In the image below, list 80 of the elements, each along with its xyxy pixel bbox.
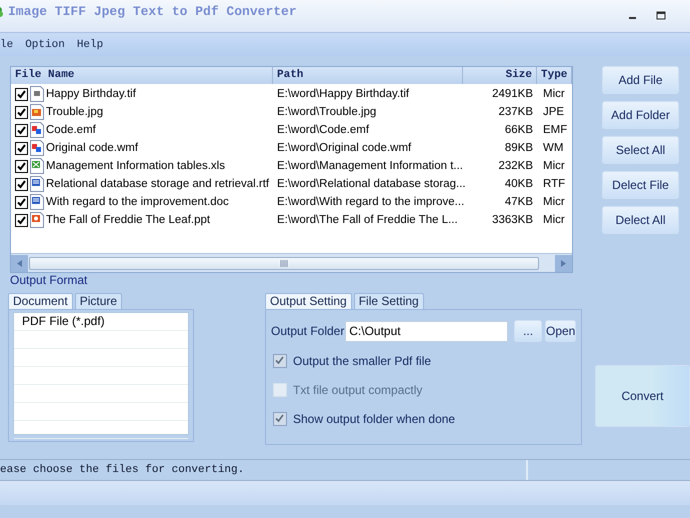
column-header[interactable]: Path [273, 67, 463, 84]
file-icon [29, 140, 45, 156]
file-path: E:\word\Code.emf [276, 124, 370, 136]
file-path: E:\word\Happy Birthday.tif [276, 88, 410, 100]
file-icon [29, 104, 45, 120]
browse-button[interactable]: ... [514, 320, 542, 342]
menu-item[interactable]: le [0, 38, 14, 50]
tab[interactable]: Output Setting [264, 293, 352, 310]
option-label: Show output folder when done [292, 412, 456, 426]
file-name: Happy Birthday.tif [46, 88, 136, 100]
file-path: E:\word\Management Information t... [276, 160, 463, 172]
file-name: The Fall of Freddie The Leaf.ppt [46, 214, 210, 226]
file-path: E:\word\With regard to the improve... [276, 196, 463, 208]
file-name: Relational database storage and retrieval.rtf [46, 178, 270, 190]
side-button[interactable]: Add File [602, 66, 679, 94]
file-size: 66KB [504, 124, 534, 136]
file-size: 2491KB [491, 88, 534, 100]
convert-button[interactable]: Convert [594, 365, 690, 427]
window-title: Image TIFF Jpeg Text to Pdf Converter [8, 4, 297, 19]
file-size: 47KB [504, 196, 534, 208]
file-name: Original code.wmf [46, 142, 138, 154]
file-type: EMF [542, 124, 568, 136]
checkbox[interactable] [15, 160, 28, 172]
option-label: Output the smaller Pdf file [292, 354, 432, 368]
checkbox[interactable] [15, 88, 28, 100]
file-size: 40KB [504, 178, 534, 190]
file-type: WM [542, 142, 564, 154]
column-header[interactable]: Size [463, 67, 537, 84]
checkbox[interactable] [15, 196, 28, 208]
file-type: Micr [542, 214, 566, 226]
checkbox[interactable] [15, 142, 28, 154]
file-icon [29, 158, 45, 174]
file-type: Micr [542, 88, 566, 100]
side-button[interactable]: Delect File [602, 171, 679, 199]
file-type: Micr [542, 160, 566, 172]
file-name: Trouble.jpg [46, 106, 104, 118]
file-name: Management Information tables.xls [46, 160, 225, 172]
file-type: Micr [542, 196, 566, 208]
open-button[interactable]: Open [544, 320, 576, 342]
maximize-icon[interactable] [656, 11, 666, 21]
tab[interactable]: File Setting [354, 293, 424, 310]
horizontal-scrollbar[interactable] [11, 253, 572, 272]
file-path: E:\word\Trouble.jpg [276, 106, 378, 118]
field-label: Output Folder [270, 324, 346, 338]
file-icon [29, 86, 45, 102]
menu-item[interactable]: Option [25, 38, 65, 50]
file-type: RTF [542, 178, 566, 190]
checkbox[interactable] [15, 214, 28, 226]
tab[interactable]: Document [8, 293, 73, 310]
file-icon [29, 212, 45, 228]
side-button[interactable]: Select All [602, 136, 679, 164]
tab[interactable]: Picture [74, 293, 122, 310]
file-path: E:\word\The Fall of Freddie The L... [276, 214, 459, 226]
checkbox[interactable] [15, 106, 28, 118]
file-path: E:\word\Original code.wmf [276, 142, 412, 154]
file-icon [29, 176, 45, 192]
section-label: Output Format [10, 273, 88, 287]
side-button[interactable]: Delect All [602, 206, 679, 234]
file-size: 89KB [504, 142, 534, 154]
checkbox[interactable] [15, 124, 28, 136]
grip-icon[interactable] [280, 260, 288, 266]
file-path: E:\word\Relational database storag... [276, 178, 463, 190]
checkbox[interactable] [272, 354, 287, 368]
file-icon [29, 122, 45, 138]
file-size: 3363KB [491, 214, 534, 226]
file-name: Code.emf [46, 124, 96, 136]
column-header[interactable]: Type [537, 67, 572, 84]
file-size: 232KB [497, 160, 534, 172]
side-button[interactable]: Add Folder [602, 101, 679, 129]
checkbox[interactable] [272, 412, 287, 426]
column-header[interactable]: File Name [11, 67, 273, 84]
file-type: JPE [542, 106, 566, 118]
file-icon [29, 194, 45, 210]
folder-field[interactable]: C:\Output [345, 320, 508, 342]
file-name: With regard to the improvement.doc [46, 196, 229, 208]
checkbox[interactable] [15, 178, 28, 190]
menu-item[interactable]: Help [76, 38, 104, 50]
file-size: 237KB [497, 106, 534, 118]
format-item[interactable]: PDF File (*.pdf) [14, 313, 188, 331]
option-label: Txt file output compactly [292, 382, 422, 396]
